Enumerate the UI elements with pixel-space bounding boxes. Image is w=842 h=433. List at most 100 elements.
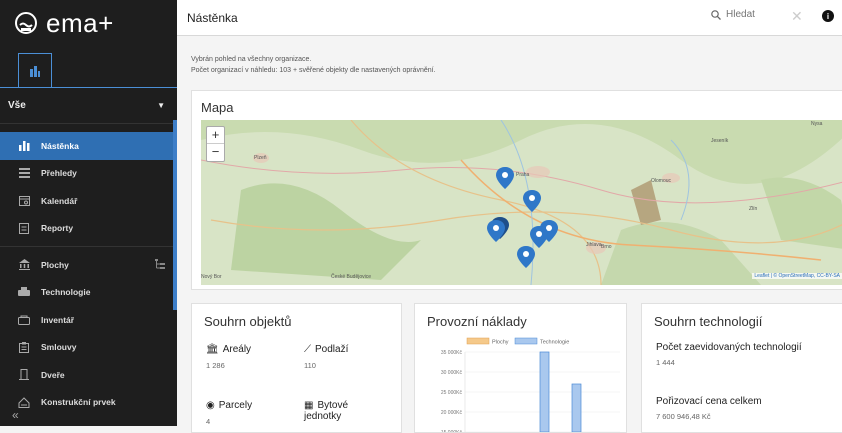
map-place-label: Plzeň [254,155,267,161]
operating-costs-title: Provozní náklady [427,314,527,329]
caret-down-icon: ▼ [157,101,165,110]
sidebar-item-label: Reporty [41,223,74,234]
apartment-icon: ▦ [304,400,314,411]
sidebar-item-smlouvy[interactable]: Smlouvy [0,334,177,362]
map-place-label: Praha [516,172,530,178]
map-place-label: Brno [601,244,612,250]
organization-filter-select[interactable]: Vše ▼ [0,88,177,124]
technology-count-label: Počet zaevidovaných technologií [656,342,802,353]
collapse-sidebar-button[interactable]: « [12,408,19,422]
sidebar-item-label: Dveře [41,369,65,380]
building-icon: 🏛 [206,344,219,355]
contract-icon [18,341,30,353]
summary-item-label: Areály [222,344,252,355]
sidebar-item-konstrukcni-prvek[interactable]: Konstrukční prvek [0,389,177,417]
logo-text: ema+ [46,7,114,38]
technology-summary-card: Souhrn technologií Počet zaevidovaných t… [641,303,842,433]
sidebar-item-kalendar[interactable]: Kalendář [0,187,177,215]
sidebar-item-label: Technologie [41,287,91,298]
inventory-icon [18,314,30,326]
map-tiles: Plzeň Praha Jihlava Olomouc Zlín Nysa Je… [201,120,842,285]
sidebar-item-plochy[interactable]: Plochy [0,251,177,279]
map-card: Mapa Plzeň Praha Jihlava Olomouc Zlín Ny… [191,90,842,290]
sidebar-item-label: Plochy [41,259,69,270]
sidebar-item-technologie[interactable]: Technologie [0,279,177,307]
sidebar-item-label: Smlouvy [41,342,77,353]
legend-swatch-plochy [466,337,490,345]
summary-item-label: Podlaží [315,344,349,355]
sidebar-item-label: Nástěnka [41,140,79,151]
summary-item-arealy[interactable]: 🏛 Areály 1 286 [206,344,251,370]
summary-item-bytove-jednotky[interactable]: ▦ Bytové jednotky [304,400,384,422]
organization-icon [30,65,40,77]
technology-count: Počet zaevidovaných technologií 1 444 [656,342,802,367]
sidebar-item-label: Přehledy [41,168,77,179]
summary-item-value: 1 286 [206,361,225,370]
zoom-out-button[interactable]: − [207,144,224,161]
map-place-label: Jihlava [586,242,602,248]
ema-logo-icon [15,12,37,34]
sidebar-item-label: Inventář [41,314,75,325]
summary-item-podlazi[interactable]: ⟋ Podlaží 110 [304,344,348,370]
organization-tab[interactable] [18,53,52,87]
stairs-icon: ⟋ [304,344,311,355]
map-place-label: Jeseník [711,138,729,144]
sidebar-scrollbar[interactable] [173,120,177,310]
technology-count-value: 1 444 [656,358,675,367]
nav-divider [0,246,177,247]
filter-value: Vše [8,100,26,111]
sidebar-nav: Nástěnka Přehledy Kalendář Reporty Ploch… [0,124,177,416]
info-icon[interactable]: i [822,10,834,22]
y-tick-label: 35 000Kč [441,350,463,356]
sidebar-item-nastenka[interactable]: Nástěnka [0,132,173,160]
info-line-1: Vybrán pohled na všechny organizace. [191,56,312,63]
objects-summary-card: Souhrn objektů 🏛 Areály 1 286 ⟋ Podlaží 11… [191,303,402,433]
sidebar-item-reporty[interactable]: Reporty [0,215,177,243]
y-tick-label: 30 000Kč [441,370,463,376]
summary-item-value: 4 [206,417,211,426]
technology-summary-title: Souhrn technologií [654,314,763,329]
sidebar-item-dvere[interactable]: Dveře [0,361,177,389]
header: Nástěnka ✕ i [177,0,842,36]
technology-price-value: 7 600 946,48 Kč [656,412,711,421]
org-tab-row [0,46,177,88]
info-line-2: Počet organizací v náhledu: 103 + svěřen… [191,67,436,74]
operating-costs-chart: Plochy Technologie 35 000Kč 30 000Kč 25 000K… [441,337,620,432]
summary-item-parcely[interactable]: ◉ Parcely 4 [206,400,252,426]
legend-label-technologie: Technologie [540,340,569,346]
sidebar-item-inventar[interactable]: Inventář [0,306,177,334]
zoom-in-button[interactable]: + [207,127,224,144]
door-icon [18,369,30,381]
organization-info: Vybrán pohled na všechny organizace. Poč… [191,54,436,76]
y-tick-label: 25 000Kč [441,390,463,396]
search-input[interactable] [726,9,796,20]
tree-view-icon[interactable] [155,259,165,271]
sidebar-item-prehledy[interactable]: Přehledy [0,160,177,188]
map-attribution[interactable]: Leaflet | © OpenStreetMap, CC-BY-SA [752,273,842,279]
map-place-label: Olomouc [651,178,672,184]
sidebar: ema+ Vše ▼ Nástěnka Přehledy Kalendář Re… [0,0,177,426]
legend-label-plochy: Plochy [492,340,509,346]
search-icon [711,9,721,20]
parcel-icon: ◉ [206,400,215,411]
map-place-label: Zlín [749,206,758,212]
summary-item-value: 110 [304,361,316,370]
operating-costs-card: Provozní náklady Plochy Technologie 35 000… [414,303,627,433]
map-view[interactable]: Plzeň Praha Jihlava Olomouc Zlín Nysa Je… [201,120,842,285]
area-icon [18,259,30,271]
y-tick-label: 15 000Kč [441,430,463,432]
sidebar-item-label: Kalendář [41,195,78,206]
page-title: Nástěnka [187,10,238,25]
map-zoom-control: + − [206,126,225,162]
city-area [526,166,550,178]
logo[interactable]: ema+ [0,0,177,46]
list-icon [18,167,30,179]
clear-search-icon[interactable]: ✕ [791,8,803,25]
technology-icon [18,286,30,298]
objects-summary-title: Souhrn objektů [204,314,292,329]
sidebar-item-label: Konstrukční prvek [41,397,116,408]
map-place-label: České Budějovice [331,273,371,280]
search-box[interactable] [711,9,796,20]
bar-technologie [571,383,582,432]
bar-chart-icon [18,140,30,152]
